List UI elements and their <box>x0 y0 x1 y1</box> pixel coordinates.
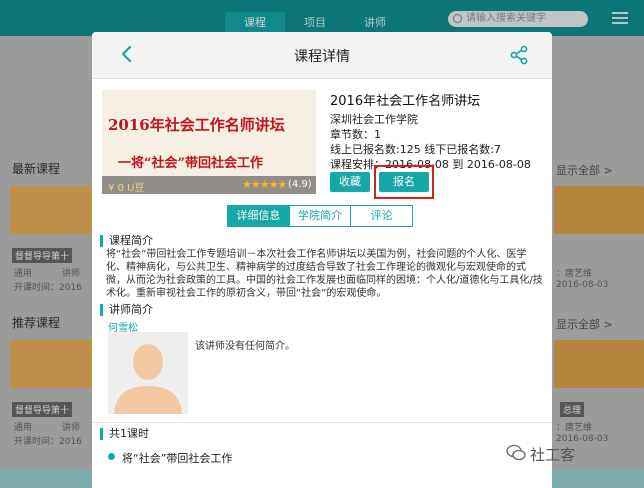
course-title: 2016年社会工作名师讲坛 <box>330 94 481 109</box>
dialog-title: 课程详情 <box>294 49 350 65</box>
watermark-text: 社工客 <box>530 446 576 464</box>
wechat-icon <box>506 444 526 461</box>
tab-details[interactable]: 详细信息 <box>228 206 290 226</box>
teacher-intro-heading: 讲师简介 <box>100 304 153 316</box>
course-detail-dialog: 课程详情 2016年社会工作名师讲坛 一将“社会”带回社会工作 ¥ 0 U豆 ★… <box>92 32 552 488</box>
dialog-header: 课程详情 <box>92 32 552 79</box>
divider <box>92 422 552 423</box>
lesson-item[interactable]: 将“社会”带回社会工作 <box>122 450 232 466</box>
tab-comments[interactable]: 评论 <box>351 206 412 226</box>
cover-subtitle-text: 一将“社会”带回社会工作 <box>118 156 263 171</box>
course-institution: 深圳社会工作学院 <box>330 113 418 126</box>
course-chapters: 章节数：1 <box>330 128 381 141</box>
course-price: ¥ 0 U豆 <box>108 183 145 194</box>
signup-button[interactable]: 报名 <box>379 172 429 192</box>
detail-tabs: 详细信息 学院简介 评论 <box>227 205 413 227</box>
cover-title-text: 2016年社会工作名师讲坛 <box>108 116 285 134</box>
cover-footer: ¥ 0 U豆 ★★★★★ (4.9) <box>102 176 316 194</box>
lessons-heading: 共1课时 <box>100 428 149 440</box>
avatar-silhouette-icon <box>114 344 182 414</box>
teacher-avatar <box>108 332 188 414</box>
teacher-description: 该讲师没有任何简介。 <box>195 341 295 352</box>
course-schedule: 课程安排：2016-08-08 到 2016-08-08 <box>330 158 531 171</box>
lesson-bullet-icon <box>108 453 115 460</box>
course-info: 2016年社会工作名师讲坛 深圳社会工作学院 章节数：1 线上已报名数:125 … <box>330 90 540 172</box>
rating-value: (4.9) <box>288 179 312 190</box>
course-signups: 线上已报名数:125 线下已报名数:7 <box>330 143 501 156</box>
course-intro-text: 将“社会”带回社会工作专题培训－本次社会工作名师讲坛以美国为例，社会问题的个人化… <box>106 249 543 299</box>
course-cover-image: 2016年社会工作名师讲坛 一将“社会”带回社会工作 ¥ 0 U豆 ★★★★★ … <box>102 90 316 194</box>
favorite-button[interactable]: 收藏 <box>330 172 370 192</box>
share-icon[interactable] <box>508 44 530 66</box>
course-intro-heading: 课程简介 <box>100 235 153 247</box>
tab-academy-intro[interactable]: 学院简介 <box>290 206 352 226</box>
rating-stars-icon: ★★★★★ <box>242 178 287 191</box>
